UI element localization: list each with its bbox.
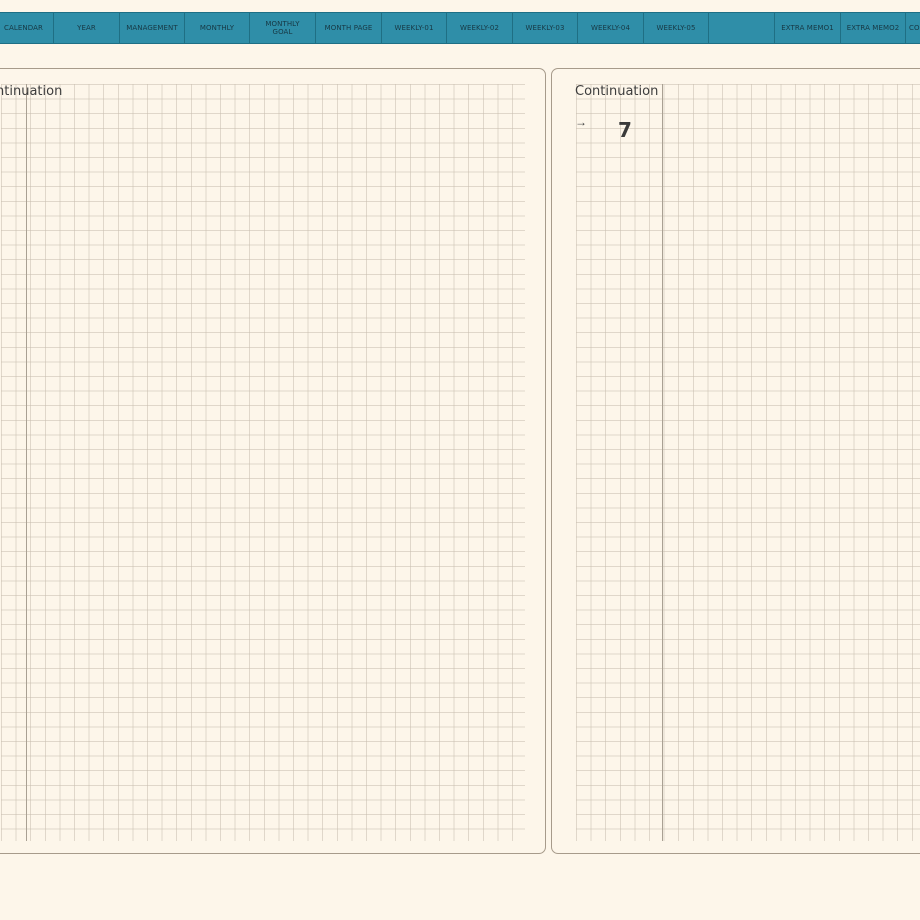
tab-year[interactable]: YEAR — [54, 13, 120, 43]
tab-month-page[interactable]: MONTH PAGE — [316, 13, 382, 43]
tab-truncated[interactable]: CO — [906, 13, 920, 43]
continuation-label: Continuation — [575, 84, 659, 99]
tab-weekly-05[interactable]: WEEKLY-05 — [644, 13, 709, 43]
margin-line — [26, 84, 27, 841]
continuation-label: Continuation — [0, 84, 63, 99]
tab-calendar[interactable]: CALENDAR — [0, 13, 54, 43]
right-notebook-page[interactable]: Continuation → 7 — [551, 68, 920, 854]
tab-extra-memo1[interactable]: EXTRA MEMO1 — [775, 13, 841, 43]
tab-weekly-03[interactable]: WEEKLY-03 — [513, 13, 578, 43]
continuation-page-number[interactable]: 7 — [618, 118, 632, 142]
left-notebook-page[interactable]: Continuation — [0, 68, 546, 854]
tab-weekly-04[interactable]: WEEKLY-04 — [578, 13, 644, 43]
arrow-right-icon: → — [575, 115, 587, 129]
tab-blank[interactable] — [709, 13, 775, 43]
tab-monthly[interactable]: MONTHLY — [185, 13, 250, 43]
grid-area[interactable] — [1, 84, 525, 841]
margin-line — [662, 84, 663, 841]
tab-monthly-goal[interactable]: MONTHLY GOAL — [250, 13, 316, 43]
grid-area[interactable] — [576, 84, 920, 841]
tab-weekly-02[interactable]: WEEKLY-02 — [447, 13, 513, 43]
tab-bar: CALENDAR YEAR MANAGEMENT MONTHLY MONTHLY… — [0, 12, 920, 44]
tab-extra-memo2[interactable]: EXTRA MEMO2 — [841, 13, 906, 43]
tab-management[interactable]: MANAGEMENT — [120, 13, 185, 43]
tab-weekly-01[interactable]: WEEKLY-01 — [382, 13, 447, 43]
